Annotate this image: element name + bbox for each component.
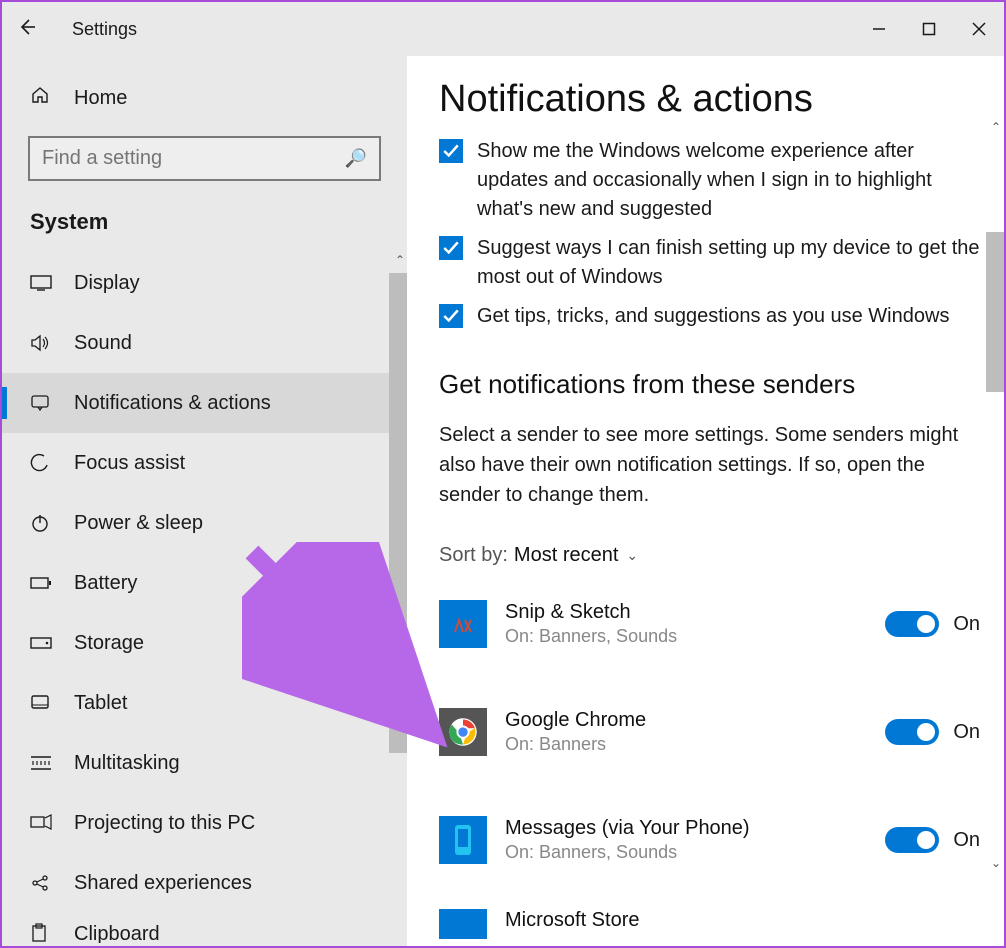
chevron-down-icon: ⌄ — [626, 547, 638, 564]
multitasking-icon — [30, 755, 54, 771]
sidebar-item-label: Notifications & actions — [74, 392, 271, 415]
sidebar-item-focus-assist[interactable]: Focus assist — [2, 433, 407, 493]
tablet-icon — [30, 694, 54, 712]
close-button[interactable] — [954, 9, 1004, 49]
sidebar-item-label: Display — [74, 272, 140, 295]
sidebar-scrollbar-thumb[interactable] — [389, 273, 407, 753]
app-icon — [439, 600, 487, 648]
sidebar-item-shared-experiences[interactable]: Shared experiences — [2, 853, 407, 913]
sidebar-item-label: Tablet — [74, 692, 127, 715]
sidebar: Home 🔍 System ⌃ Display Sound N — [2, 56, 407, 946]
sort-by-value: Most recent — [514, 544, 618, 567]
shared-icon — [30, 873, 54, 893]
sender-row-messages[interactable]: Messages (via Your Phone) On: Banners, S… — [439, 801, 980, 879]
projecting-icon — [30, 814, 54, 832]
checkbox-label: Show me the Windows welcome experience a… — [477, 137, 980, 224]
display-icon — [30, 275, 54, 291]
sidebar-item-power-sleep[interactable]: Power & sleep — [2, 493, 407, 553]
toggle-switch[interactable] — [885, 611, 939, 637]
sidebar-item-storage[interactable]: Storage — [2, 613, 407, 673]
toggle-state-label: On — [953, 721, 980, 744]
checkbox-row[interactable]: Suggest ways I can finish setting up my … — [439, 234, 980, 292]
checkbox-checked-icon[interactable] — [439, 304, 463, 328]
sidebar-item-label: Sound — [74, 332, 132, 355]
checkbox-checked-icon[interactable] — [439, 139, 463, 163]
sidebar-item-sound[interactable]: Sound — [2, 313, 407, 373]
power-icon — [30, 513, 54, 533]
sender-row-google-chrome[interactable]: Google Chrome On: Banners On — [439, 693, 980, 771]
clipboard-icon — [30, 923, 54, 943]
sidebar-item-label: Clipboard — [74, 923, 160, 943]
back-button[interactable] — [2, 17, 52, 42]
toggle-switch[interactable] — [885, 827, 939, 853]
senders-description: Select a sender to see more settings. So… — [439, 420, 980, 510]
search-icon: 🔍 — [345, 148, 367, 169]
sort-by-dropdown[interactable]: Sort by: Most recent ⌄ — [439, 544, 980, 567]
home-icon — [30, 85, 54, 111]
titlebar: Settings — [2, 2, 1004, 56]
sidebar-item-label: Storage — [74, 632, 144, 655]
toggle-state-label: On — [953, 829, 980, 852]
sender-row-microsoft-store[interactable]: Microsoft Store — [439, 909, 980, 939]
sidebar-item-label: Power & sleep — [74, 512, 203, 535]
sidebar-item-tablet[interactable]: Tablet — [2, 673, 407, 733]
category-heading: System — [2, 195, 407, 253]
notifications-icon — [30, 394, 54, 412]
sidebar-item-clipboard[interactable]: Clipboard — [2, 913, 407, 943]
sender-sub: On: Banners — [505, 734, 885, 755]
content-scroll-down[interactable]: ⌄ — [991, 856, 1001, 870]
sidebar-item-label: Battery — [74, 572, 137, 595]
window-title: Settings — [72, 19, 137, 40]
page-title: Notifications & actions — [439, 78, 980, 121]
focus-assist-icon — [30, 453, 54, 473]
sender-row-snip-sketch[interactable]: Snip & Sketch On: Banners, Sounds On — [439, 585, 980, 663]
app-icon — [439, 816, 487, 864]
sidebar-item-label: Focus assist — [74, 452, 185, 475]
sound-icon — [30, 334, 54, 352]
nav-list: ⌃ Display Sound Notifications & actions … — [2, 253, 407, 943]
content-pane: Notifications & actions Show me the Wind… — [407, 56, 1004, 946]
sidebar-item-label: Shared experiences — [74, 872, 252, 895]
sidebar-scroll-up[interactable]: ⌃ — [395, 253, 405, 267]
sidebar-item-label: Projecting to this PC — [74, 812, 255, 835]
sidebar-item-label: Multitasking — [74, 752, 180, 775]
checkbox-row[interactable]: Show me the Windows welcome experience a… — [439, 137, 980, 224]
toggle-switch[interactable] — [885, 719, 939, 745]
app-icon — [439, 708, 487, 756]
sender-sub: On: Banners, Sounds — [505, 626, 885, 647]
sidebar-item-battery[interactable]: Battery — [2, 553, 407, 613]
sidebar-item-display[interactable]: Display — [2, 253, 407, 313]
checkbox-checked-icon[interactable] — [439, 236, 463, 260]
storage-icon — [30, 636, 54, 650]
sender-name: Messages (via Your Phone) — [505, 817, 885, 840]
senders-heading: Get notifications from these senders — [439, 369, 980, 400]
minimize-button[interactable] — [854, 9, 904, 49]
home-label: Home — [74, 87, 127, 110]
search-input[interactable] — [42, 147, 345, 170]
app-icon — [439, 909, 487, 939]
maximize-button[interactable] — [904, 9, 954, 49]
sender-name: Google Chrome — [505, 709, 885, 732]
content-scroll-up[interactable]: ⌃ — [991, 120, 1001, 134]
sender-name: Microsoft Store — [505, 909, 980, 932]
checkbox-label: Get tips, tricks, and suggestions as you… — [477, 302, 980, 331]
sender-sub: On: Banners, Sounds — [505, 842, 885, 863]
sort-by-label: Sort by: — [439, 544, 508, 567]
home-nav[interactable]: Home — [2, 68, 407, 128]
search-box[interactable]: 🔍 — [28, 136, 381, 181]
sidebar-item-projecting[interactable]: Projecting to this PC — [2, 793, 407, 853]
content-scrollbar-thumb[interactable] — [986, 232, 1004, 392]
checkbox-row[interactable]: Get tips, tricks, and suggestions as you… — [439, 302, 980, 331]
checkbox-label: Suggest ways I can finish setting up my … — [477, 234, 980, 292]
sender-name: Snip & Sketch — [505, 601, 885, 624]
sidebar-item-notifications[interactable]: Notifications & actions — [2, 373, 407, 433]
battery-icon — [30, 576, 54, 590]
toggle-state-label: On — [953, 613, 980, 636]
sidebar-item-multitasking[interactable]: Multitasking — [2, 733, 407, 793]
